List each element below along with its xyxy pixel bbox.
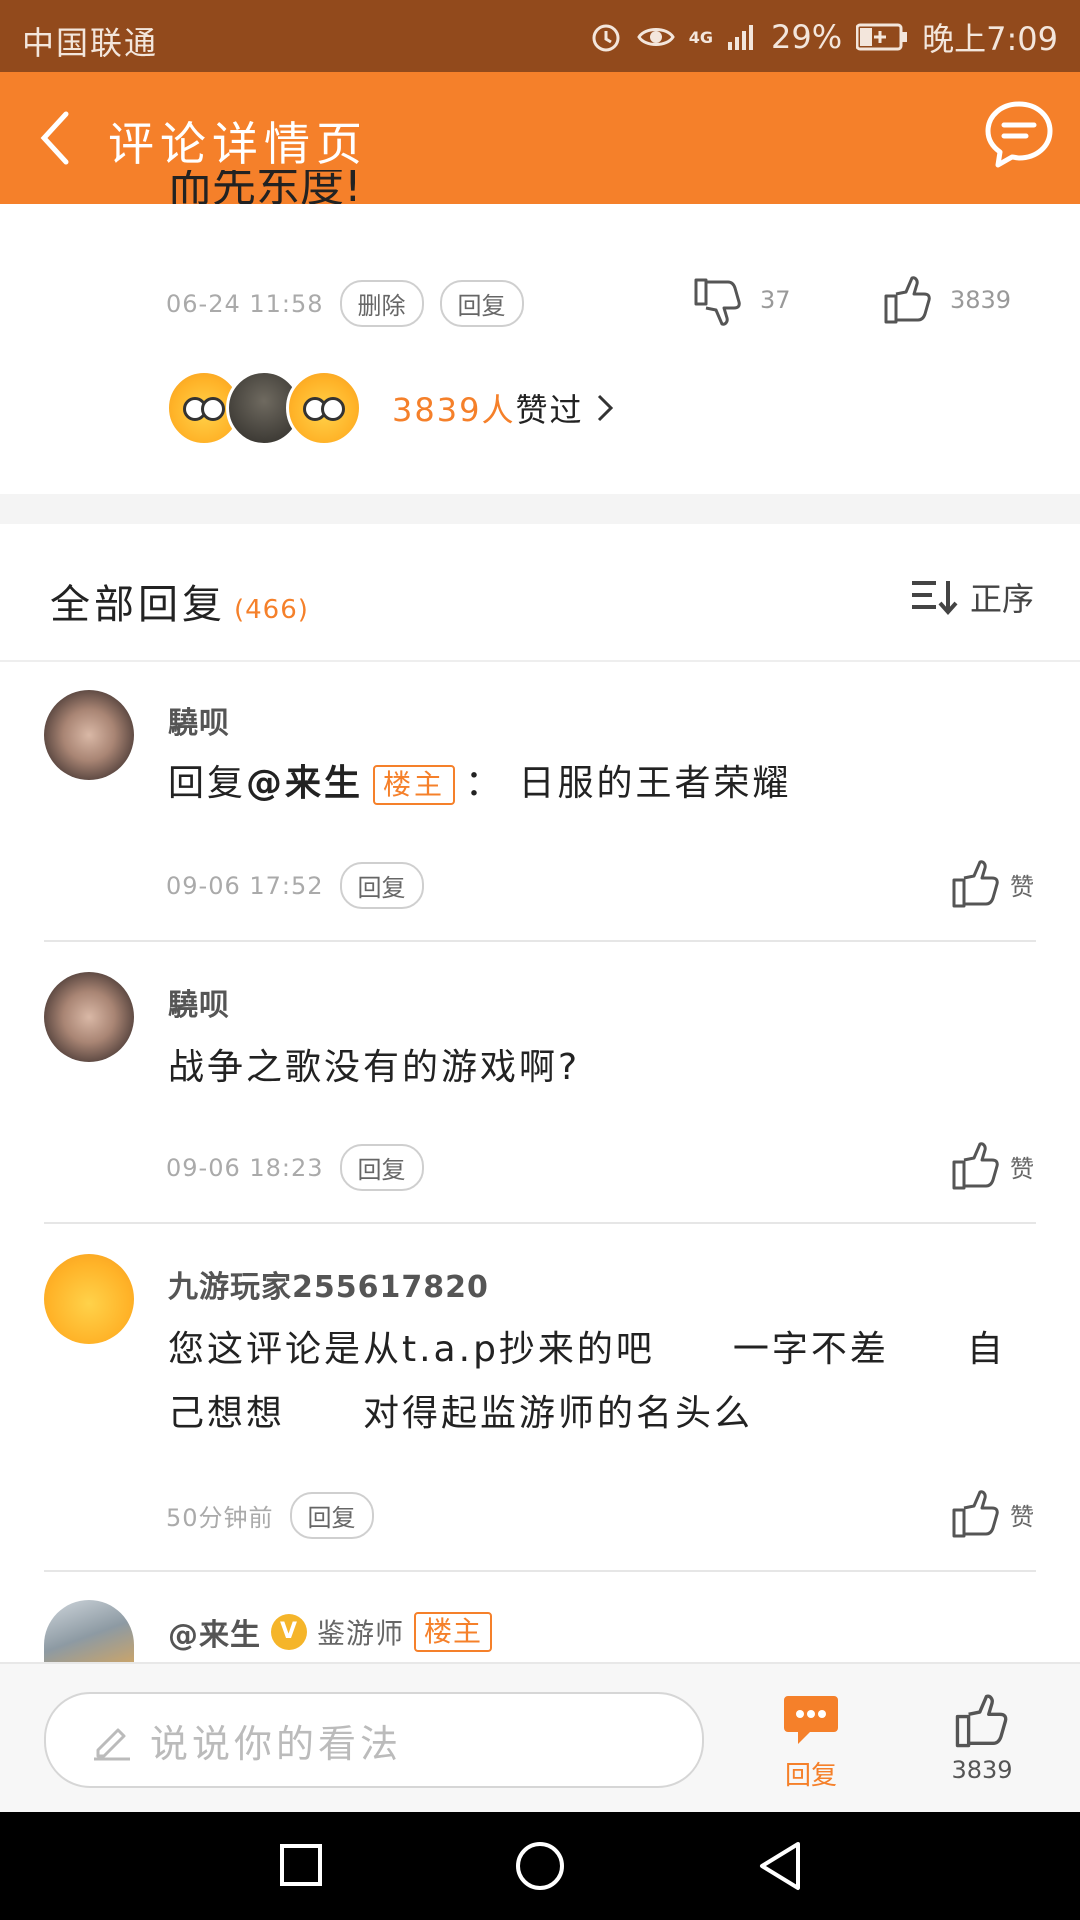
- reply-line: 己想想 对得起监游师的名头么: [168, 1393, 754, 1434]
- dislike-count: 37: [760, 286, 791, 314]
- avatar[interactable]: [44, 1254, 134, 1344]
- thumbs-up-icon: [952, 860, 999, 908]
- reply-action-label: 回复: [784, 1761, 837, 1791]
- message-button[interactable]: [982, 98, 1056, 172]
- reply-author-row: @来生 V 鉴游师 楼主: [168, 1610, 493, 1654]
- divider: [44, 940, 1036, 942]
- signal-icon: [727, 22, 757, 52]
- reply-button[interactable]: 回复: [289, 1492, 374, 1539]
- avatar[interactable]: [44, 972, 134, 1062]
- network-label: 4G: [688, 27, 713, 47]
- thumbs-up-icon: [955, 1694, 1008, 1748]
- reply-text: 回复@来生 楼主： 日服的王者荣耀: [168, 752, 792, 816]
- reply-like-button[interactable]: 赞: [950, 1140, 1034, 1192]
- likers-summary: 3839人赞过: [392, 385, 583, 431]
- top-comment-meta: 06-24 11:58 删除 回复: [166, 280, 524, 327]
- avatar[interactable]: [44, 1600, 134, 1662]
- avatar[interactable]: [44, 690, 134, 780]
- reply-separator: ：: [465, 763, 505, 804]
- comment-text-fragment: 而先东度!: [168, 170, 362, 204]
- carrier-label: 中国联通: [22, 24, 159, 62]
- divider: [44, 1570, 1036, 1572]
- like-label: 赞: [1010, 872, 1034, 901]
- thumbs-down-icon: [694, 278, 741, 326]
- likers-row[interactable]: 3839人赞过: [166, 370, 617, 446]
- thumbs-up-icon: [952, 1142, 999, 1190]
- sort-icon: [911, 581, 958, 616]
- sort-label: 正序: [969, 580, 1034, 618]
- reply-username[interactable]: 驍呗: [168, 980, 230, 1024]
- like-action-count: 3839: [951, 1756, 1013, 1784]
- reply-time: 09-06 17:52: [166, 871, 324, 900]
- reply-button[interactable]: 回复: [339, 862, 424, 909]
- owner-badge: 楼主: [373, 765, 456, 805]
- reply-content: 战争之歌没有的游戏啊?: [168, 1047, 581, 1088]
- like-label: 赞: [1010, 1502, 1034, 1531]
- eye-icon: [636, 22, 675, 52]
- divider: [0, 660, 1080, 662]
- reply-time: 09-06 18:23: [166, 1153, 324, 1182]
- comment-time: 06-24 11:58: [166, 289, 324, 318]
- system-nav-bar: [0, 1812, 1080, 1920]
- back-nav-icon[interactable]: [756, 1840, 806, 1892]
- likers-count: 3839人: [392, 391, 516, 429]
- reply-meta: 09-06 18:23 回复: [166, 1144, 424, 1191]
- message-bubble-icon: [985, 101, 1053, 168]
- alarm-icon: [589, 20, 623, 54]
- clock: 晚上7:09: [922, 20, 1058, 58]
- input-placeholder: 说说你的看法: [150, 1721, 403, 1766]
- thumbs-up-icon: [952, 1490, 999, 1538]
- reply-like-button[interactable]: 赞: [950, 858, 1034, 910]
- likers-suffix: 赞过: [515, 391, 584, 429]
- replies-count: (466): [234, 595, 309, 625]
- reply-action-button[interactable]: 回复: [778, 1692, 844, 1792]
- role-label: 鉴游师: [317, 1617, 405, 1650]
- reply-prefix: 回复: [168, 763, 247, 804]
- reply-content: 日服的王者荣耀: [518, 763, 792, 804]
- reply-username[interactable]: @来生: [168, 1610, 261, 1654]
- section-divider: [0, 494, 1080, 524]
- divider: [44, 1222, 1036, 1224]
- replies-title-text: 全部回复: [50, 582, 226, 628]
- like-label: 赞: [1010, 1154, 1034, 1183]
- reply-username[interactable]: 驍呗: [168, 698, 230, 742]
- reply-meta: 50分钟前 回复: [166, 1492, 374, 1539]
- replies-title: 全部回复 (466): [50, 572, 309, 630]
- liker-avatar: [286, 370, 362, 446]
- dislike-button[interactable]: 37: [692, 274, 791, 326]
- chevron-right-icon: [598, 394, 614, 422]
- like-count: 3839: [950, 286, 1012, 314]
- reply-like-button[interactable]: 赞: [950, 1488, 1034, 1540]
- chat-bubble-icon: [784, 1696, 838, 1744]
- home-icon[interactable]: [514, 1840, 566, 1892]
- delete-button[interactable]: 删除: [339, 280, 424, 327]
- like-button[interactable]: 3839: [882, 274, 1011, 326]
- status-bar: 中国联通 4G 29% 晚上7:09: [0, 0, 1080, 72]
- bottom-bar: 说说你的看法 回复 3839: [0, 1662, 1080, 1814]
- app-header: 评论详情页: [0, 72, 1080, 204]
- reply-button[interactable]: 回复: [339, 1144, 424, 1191]
- chevron-left-icon: [40, 111, 69, 165]
- owner-badge: 楼主: [414, 1612, 493, 1652]
- reply-time: 50分钟前: [166, 1504, 274, 1532]
- mention-link[interactable]: @来生: [246, 763, 363, 804]
- battery-icon: [856, 23, 908, 51]
- sort-button[interactable]: 正序: [910, 574, 1034, 620]
- battery-percent: 29%: [771, 18, 843, 56]
- reply-username[interactable]: 九游玩家255617820: [168, 1262, 489, 1306]
- thumbs-up-icon: [884, 276, 931, 324]
- like-action-button[interactable]: 3839: [944, 1692, 1020, 1784]
- reply-button[interactable]: 回复: [439, 280, 524, 327]
- reply-content: 您这评论是从t.a.p抄来的吧 一字不差 自 己想想 对得起监游师的名头么: [168, 1318, 1006, 1446]
- recent-apps-icon[interactable]: [276, 1840, 326, 1890]
- back-button[interactable]: [30, 102, 90, 172]
- reply-line: 您这评论是从t.a.p抄来的吧 一字不差 自: [168, 1329, 1006, 1370]
- reply-meta: 09-06 17:52 回复: [166, 862, 424, 909]
- pencil-icon: [94, 1728, 130, 1761]
- page-title: 评论详情页: [108, 117, 368, 171]
- comment-input[interactable]: 说说你的看法: [44, 1692, 704, 1788]
- verified-badge-icon: V: [271, 1614, 307, 1650]
